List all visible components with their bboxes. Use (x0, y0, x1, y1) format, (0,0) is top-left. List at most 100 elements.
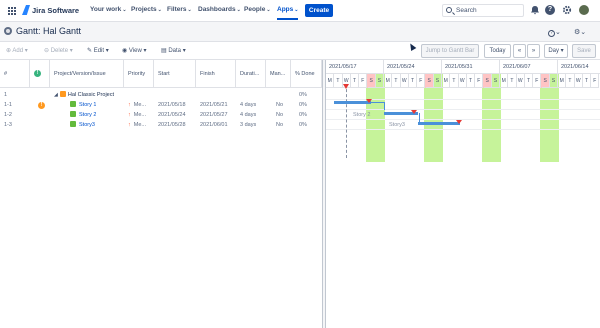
day-header: T (334, 74, 343, 88)
row-duration[interactable]: 4 days (236, 110, 256, 120)
nav-projects[interactable]: Projects⌄ (131, 6, 162, 13)
row-done[interactable]: 0% (295, 110, 307, 120)
day-header: T (392, 74, 401, 88)
col-issue[interactable]: Project/Version/Issue (50, 60, 124, 88)
row-manual[interactable]: No (272, 100, 283, 110)
chevron-down-icon: ▾ (143, 48, 147, 54)
row-divider (326, 129, 600, 130)
dependency-arrow (371, 102, 385, 110)
jump-to-gantt-bar-button[interactable]: Jump to Gantt Bar (421, 44, 479, 58)
data-button[interactable]: ▤ Data ▾ (161, 45, 186, 57)
save-button[interactable]: Save (572, 44, 596, 58)
issue-label: Hal Classic Project (67, 92, 115, 98)
view-button[interactable]: ◉ View ▾ (122, 45, 147, 57)
row-start[interactable]: 2021/05/24 (154, 110, 186, 120)
scroll-back-button[interactable]: « (513, 44, 526, 58)
row-duration[interactable]: 4 days (236, 100, 256, 110)
today-button[interactable]: Today (484, 44, 511, 58)
table-row[interactable]: 1-3 Story3 ↑ Me... 2021/05/28 2021/06/01 … (0, 120, 322, 130)
col-done[interactable]: % Done (291, 60, 322, 88)
row-issue[interactable]: Story 1 (66, 100, 96, 110)
nav-people[interactable]: People⌄ (244, 6, 271, 13)
plus-circle-icon: ⊕ (6, 48, 12, 54)
day-header: M (558, 74, 567, 88)
jira-logo[interactable]: Jira Software (22, 5, 79, 15)
row-finish[interactable]: 2021/06/01 (196, 120, 228, 130)
page-title: Gantt: Hal Gantt (16, 26, 82, 36)
day-header: M (500, 74, 509, 88)
app-switcher-icon[interactable] (8, 7, 16, 15)
issue-link[interactable]: Story 2 (79, 112, 96, 118)
notifications-icon[interactable] (530, 5, 540, 15)
table-row[interactable]: 1-2 Story 2 ↑ Me... 2021/05/24 2021/05/27… (0, 110, 322, 120)
chevron-down-icon: ▾ (560, 48, 564, 54)
add-label: Add (12, 48, 24, 54)
day-header: T (582, 74, 592, 88)
day-header: F (591, 74, 600, 88)
priority-medium-icon: ↑ (128, 112, 131, 118)
jira-logo-icon (22, 5, 30, 15)
row-finish[interactable]: 2021/05/27 (196, 110, 228, 120)
col-warning[interactable]: ! (30, 60, 50, 88)
row-divider (326, 109, 600, 110)
row-issue[interactable]: Story 2 (66, 110, 96, 120)
search-input[interactable]: Search (442, 4, 524, 17)
row-finish[interactable]: 2021/05/21 (196, 100, 228, 110)
priority-medium-icon: ↑ (128, 102, 131, 108)
scale-select[interactable]: Day ▾ (544, 44, 568, 58)
data-label: Data (168, 48, 182, 54)
day-header: F (533, 74, 542, 88)
search-placeholder: Search (456, 7, 477, 14)
dependency-arrow (418, 113, 420, 122)
row-done[interactable]: 0% (295, 120, 307, 130)
view-label: View (128, 48, 142, 54)
chevron-down-icon: ⌄ (236, 7, 241, 13)
pencil-icon: ✎ (87, 48, 93, 54)
row-start[interactable]: 2021/05/18 (154, 100, 186, 110)
nav-your-work[interactable]: Your work⌄ (90, 6, 127, 13)
row-issue[interactable]: ◢ Hal Classic Project (50, 90, 114, 100)
today-line (346, 84, 347, 158)
table-row[interactable]: 1-1 ! Story 1 ↑ Me... 2021/05/18 2021/05/… (0, 100, 322, 110)
row-manual[interactable]: No (272, 120, 283, 130)
day-header: S (541, 74, 550, 88)
nav-apps[interactable]: Apps⌄ (277, 6, 299, 20)
toolbar: ⊕ Add ▾ ⊖ Delete ▾ ✎ Edit ▾ ◉ View ▾ ▤ D… (0, 42, 600, 60)
add-button[interactable]: ⊕ Add ▾ (6, 45, 28, 57)
settings-menu[interactable]: ⚙⌄ (574, 28, 586, 36)
help-menu[interactable]: ? ⌄ (548, 28, 561, 37)
delete-button[interactable]: ⊖ Delete ▾ (44, 45, 73, 57)
settings-icon[interactable] (562, 5, 572, 15)
col-finish[interactable]: Finish (196, 60, 236, 88)
week-header: 2021/05/24 (384, 60, 442, 74)
issue-link[interactable]: Story3 (79, 122, 95, 128)
issue-link[interactable]: Story 1 (79, 102, 96, 108)
day-header: F (417, 74, 426, 88)
col-number[interactable]: # (0, 60, 30, 88)
create-button[interactable]: Create (305, 4, 333, 17)
avatar[interactable] (579, 5, 589, 15)
gantt-bar-story-3[interactable] (418, 122, 460, 125)
expand-icon[interactable]: ◢ (54, 90, 58, 100)
col-duration[interactable]: Durati... (236, 60, 266, 88)
row-done[interactable]: 0% (295, 100, 307, 110)
scroll-forward-button[interactable]: » (527, 44, 540, 58)
edit-button[interactable]: ✎ Edit ▾ (87, 45, 109, 57)
col-priority[interactable]: Priority (124, 60, 154, 88)
chevron-down-icon: ⌄ (187, 7, 192, 13)
row-warning: ! (34, 100, 45, 110)
nav-label: Apps (277, 6, 294, 13)
story-icon (70, 101, 76, 107)
row-number: 1-1 (4, 102, 12, 108)
col-start[interactable]: Start (154, 60, 196, 88)
row-manual[interactable]: No (272, 110, 283, 120)
help-icon[interactable]: ? (545, 5, 555, 15)
nav-dashboards[interactable]: Dashboards⌄ (198, 6, 241, 13)
row-issue[interactable]: Story3 (66, 120, 95, 130)
row-start[interactable]: 2021/05/28 (154, 120, 186, 130)
col-manual[interactable]: Man... (266, 60, 291, 88)
nav-filters[interactable]: Filters⌄ (167, 6, 192, 13)
table-row[interactable]: 1 ◢ Hal Classic Project 0% (0, 90, 322, 100)
day-header: M (384, 74, 393, 88)
row-duration[interactable]: 3 days (236, 120, 256, 130)
